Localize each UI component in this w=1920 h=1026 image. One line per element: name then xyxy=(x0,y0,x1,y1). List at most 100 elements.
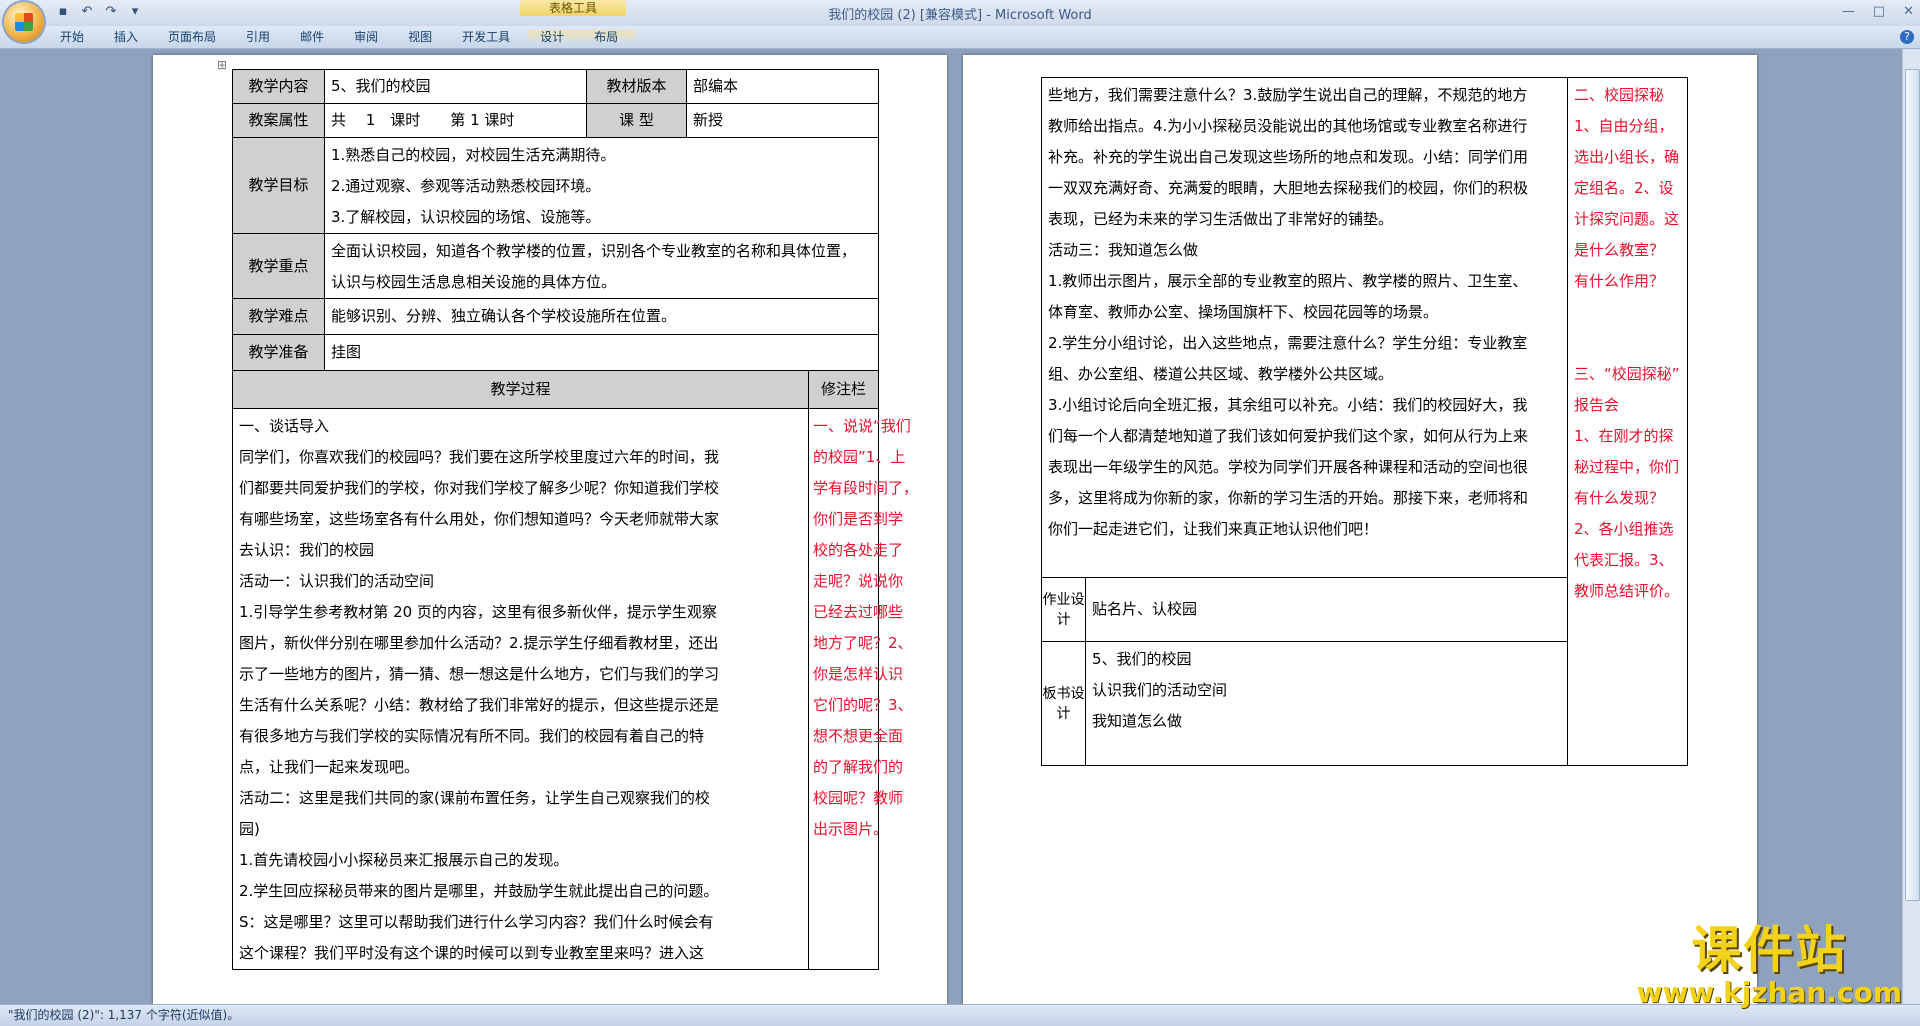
document-workspace: ⊞ 教学内容 5、我们的校园 教材版本 部编本 教案属性 共 1 课时 第 1 … xyxy=(0,49,1902,1004)
board-line: 我知道怎么做 xyxy=(1092,712,1183,730)
text-line: 1.首先请校园小小探秘员来汇报展示自己的发现。 xyxy=(239,851,569,869)
title-bar: ▪ ↶ ↷ ▾ 表格工具 我们的校园 (2) [兼容模式] - Microsof… xyxy=(0,0,1920,27)
prep-value: 挂图 xyxy=(323,334,880,371)
notes-header: 修注栏 xyxy=(807,370,880,409)
lesson-plan-table: 教学内容 5、我们的校园 教材版本 部编本 教案属性 共 1 课时 第 1 课时… xyxy=(232,69,919,970)
board-label: 板书设计 xyxy=(1041,641,1086,766)
tab-insert[interactable]: 插入 xyxy=(102,30,156,44)
tab-references[interactable]: 引用 xyxy=(234,30,288,44)
text-line: 地方了呢？2、 xyxy=(813,634,913,652)
note-line: 二、校园探秘 xyxy=(1574,86,1665,104)
text-line: 这个课程？我们平时没有这个课的时候可以到专业教室里来吗？进入这 xyxy=(239,944,705,962)
text-line: S：这是哪里？这里可以帮助我们进行什么学习内容？我们什么时候会有 xyxy=(239,913,714,931)
note-line: 有什么作用？ xyxy=(1574,272,1665,290)
tab-review[interactable]: 审阅 xyxy=(342,30,396,44)
scroll-thumb[interactable] xyxy=(1905,69,1920,901)
type-label: 课 型 xyxy=(586,103,687,138)
ribbon: 开始 插入 页面布局 引用 邮件 审阅 视图 开发工具 设计 布局 ? xyxy=(0,26,1920,49)
maximize-icon[interactable]: □ xyxy=(1873,4,1885,19)
note-line: 秘过程中，你们 xyxy=(1574,458,1680,476)
text-line: 校的各处走了 xyxy=(813,541,904,559)
goal-label: 教学目标 xyxy=(232,137,325,234)
tab-mailings[interactable]: 邮件 xyxy=(288,30,342,44)
note-spacer xyxy=(1574,297,1685,359)
text-line: 1.教师出示图片，展示全部的专业教室的照片、教学楼的照片、卫生室、 xyxy=(1048,272,1528,290)
office-button[interactable] xyxy=(4,2,44,42)
goal-item: 3.了解校园，认识校园的场馆、设施等。 xyxy=(331,208,601,226)
notes-body-continued: 二、校园探秘 1、自由分组， 选出小组长，确 定组名。2、设 计探究问题。这 是什么教室？… xyxy=(1567,77,1689,766)
watermark-url: www.kjzhan.com xyxy=(1636,976,1902,1009)
text-line: 它们的呢？3、 xyxy=(813,696,913,714)
text-line: 多，这里将成为你新的家，你新的学习生活的开始。那接下来，老师将和 xyxy=(1048,489,1529,507)
page-1: ⊞ 教学内容 5、我们的校园 教材版本 部编本 教案属性 共 1 课时 第 1 … xyxy=(153,55,947,1004)
key-line: 全面认识校园，知道各个教学楼的位置，识别各个专业教室的名称和具体位置， xyxy=(331,242,857,260)
text-line: 一双双充满好奇、充满爱的眼睛，大胆地去探秘我们的校园，你们的积极 xyxy=(1048,179,1529,197)
status-text: "我们的校园 (2)": 1,137 个字符(近似值)。 xyxy=(8,1008,240,1022)
vertical-scrollbar[interactable] xyxy=(1902,49,1920,1004)
tab-design[interactable]: 设计 xyxy=(528,30,583,44)
help-icon[interactable]: ? xyxy=(1900,30,1914,44)
page-2: 些地方，我们需要注意什么？3.鼓励学生说出自己的理解，不规范的地方 教师给出指点。… xyxy=(963,55,1757,1004)
edition-label: 教材版本 xyxy=(586,69,687,104)
text-line: 你们一起走进它们，让我们来真正地认识他们吧！ xyxy=(1048,520,1379,538)
text-line: 的校园”1、上 xyxy=(813,448,906,466)
watermark: 课件站 www.kjzhan.com xyxy=(1637,922,1902,1008)
text-line: 2.学生分小组讨论，出入这些地点，需要注意什么？学生分组：专业教室 xyxy=(1048,334,1528,352)
board-line: 5、我们的校园 xyxy=(1092,650,1192,668)
ribbon-tabs: 开始 插入 页面布局 引用 邮件 审阅 视图 开发工具 设计 布局 xyxy=(48,30,637,44)
key-label: 教学重点 xyxy=(232,233,325,299)
status-bar: "我们的校园 (2)": 1,137 个字符(近似值)。 xyxy=(0,1004,1920,1026)
process-body: 一、谈话导入 同学们，你喜欢我们的校园吗？我们要在这所学校里度过六年的时间，我 们都… xyxy=(232,408,809,970)
goal-list: 1.熟悉自己的校园，对校园生活充满期待。 2.通过观察、参观等活动熟悉校园环境。… xyxy=(323,137,880,234)
note-line: 是什么教室？ xyxy=(1574,241,1665,259)
tab-page-layout[interactable]: 页面布局 xyxy=(156,30,234,44)
text-line: 些地方，我们需要注意什么？3.鼓励学生说出自己的理解，不规范的地方 xyxy=(1048,86,1528,104)
window-title: 我们的校园 (2) [兼容模式] - Microsoft Word xyxy=(828,8,1092,23)
text-line: 学有段时间了， xyxy=(813,479,919,497)
text-line: 活动三：我知道怎么做 xyxy=(1048,241,1199,259)
note-line: 定组名。2、设 xyxy=(1574,179,1674,197)
text-line: 活动一：认识我们的活动空间 xyxy=(239,572,435,590)
text-line: 同学们，你喜欢我们的校园吗？我们要在这所学校里度过六年的时间，我 xyxy=(239,448,720,466)
text-line: 已经去过哪些 xyxy=(813,603,904,621)
text-line: 活动二：这里是我们共同的家(课前布置任务，让学生自己观察我们的校 xyxy=(239,789,710,807)
text-line: 示了一些地方的图片，猜一猜、想一想这是什么地方，它们与我们的学习 xyxy=(239,665,720,683)
tab-home[interactable]: 开始 xyxy=(48,30,102,44)
key-content: 全面认识校园，知道各个教学楼的位置，识别各个专业教室的名称和具体位置， 认识与校… xyxy=(323,233,880,299)
prep-label: 教学准备 xyxy=(232,334,325,371)
minimize-icon[interactable]: — xyxy=(1842,4,1855,19)
attribute-value: 共 1 课时 第 1 课时 xyxy=(324,103,587,138)
text-line: 表现出一年级学生的风范。学校为同学们开展各种课程和活动的空间也很 xyxy=(1048,458,1529,476)
tab-developer[interactable]: 开发工具 xyxy=(450,30,528,44)
text-line: 点，让我们一起来发现吧。 xyxy=(239,758,420,776)
note-line: 有什么发现？ xyxy=(1574,489,1665,507)
text-line: 出示图片。 xyxy=(813,820,889,838)
text-line: 1.引导学生参考教材第 20 页的内容，这里有很多新伙伴，提示学生观察 xyxy=(239,603,717,621)
text-line: 教师给出指点。4.为小小探秘员没能说出的其他场馆或专业教室名称进行 xyxy=(1048,117,1528,135)
text-line: 有很多地方与我们学校的实际情况有所不同。我们的校园有着自己的特 xyxy=(239,727,705,745)
text-line: 图片，新伙伴分别在哪里参加什么活动？2.提示学生仔细看教材里，还出 xyxy=(239,634,719,652)
text-line: 走呢？说说你 xyxy=(813,572,904,590)
text-line: 你们是否到学 xyxy=(813,510,904,528)
note-line: 1、在刚才的探 xyxy=(1574,427,1674,445)
text-line: 校园呢？教师 xyxy=(813,789,904,807)
text-line: 去认识：我们的校园 xyxy=(239,541,375,559)
board-line: 认识我们的活动空间 xyxy=(1092,681,1228,699)
key-line: 认识与校园生活息息相关设施的具体方位。 xyxy=(331,273,617,291)
close-icon[interactable]: ✕ xyxy=(1903,4,1914,19)
table-move-handle-icon[interactable]: ⊞ xyxy=(217,58,227,72)
content-value: 5、我们的校园 xyxy=(324,69,587,104)
text-line: 一、说说“我们 xyxy=(813,417,911,435)
note-line: 选出小组长，确 xyxy=(1574,148,1680,166)
note-line: 1、自由分组， xyxy=(1574,117,1674,135)
lesson-plan-table-continued: 些地方，我们需要注意什么？3.鼓励学生说出自己的理解，不规范的地方 教师给出指点。… xyxy=(1040,77,1689,766)
text-line: 补充。补充的学生说出自己发现这些场所的地点和发现。小结：同学们用 xyxy=(1048,148,1529,166)
type-value: 新授 xyxy=(685,103,880,138)
text-line: 想不想更全面 xyxy=(813,727,904,745)
tab-layout[interactable]: 布局 xyxy=(582,30,637,44)
text-line: 一、谈话导入 xyxy=(239,417,330,435)
process-header: 教学过程 xyxy=(232,370,809,409)
board-content: 5、我们的校园 认识我们的活动空间 我知道怎么做 xyxy=(1084,641,1569,766)
note-line: 代表汇报。3、 xyxy=(1574,551,1674,569)
tab-view[interactable]: 视图 xyxy=(396,30,450,44)
